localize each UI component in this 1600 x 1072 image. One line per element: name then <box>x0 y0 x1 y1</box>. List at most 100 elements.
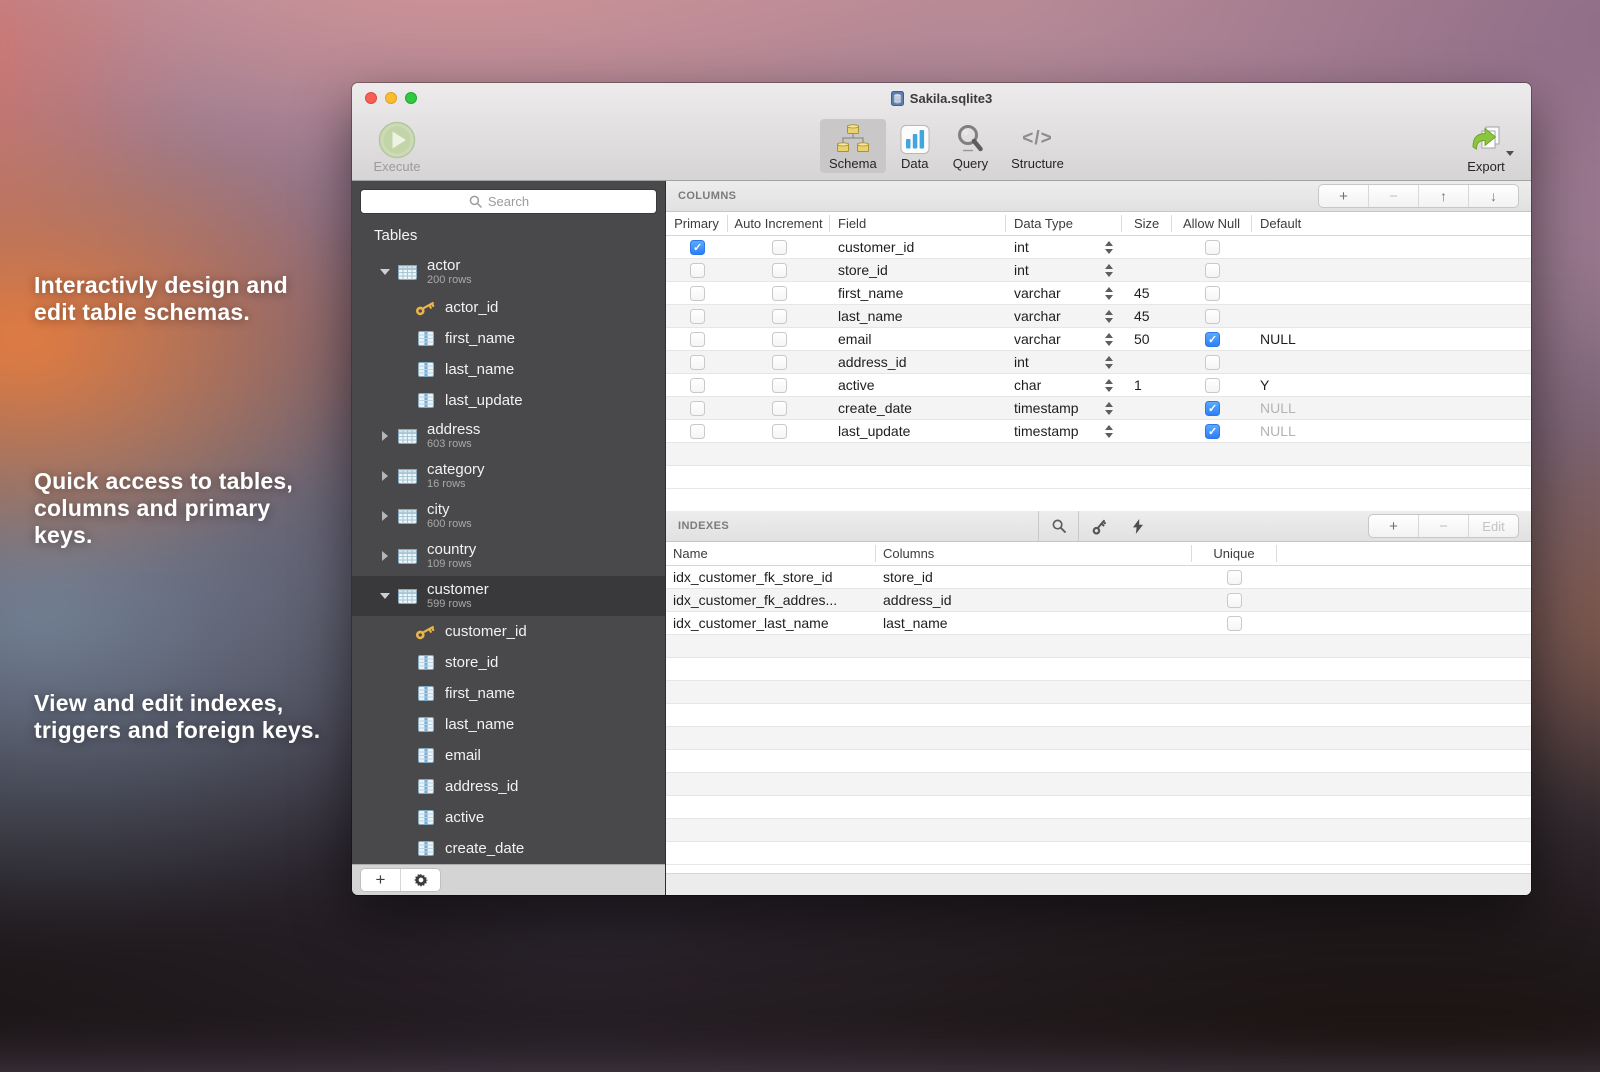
header-index-columns[interactable]: Columns <box>876 545 1192 562</box>
allow-null-checkbox[interactable] <box>1205 286 1220 301</box>
tab-structure[interactable]: </> Structure <box>1002 119 1073 173</box>
titlebar[interactable]: Sakila.sqlite3 <box>352 83 1531 113</box>
move-column-up-button[interactable]: ↑ <box>1419 185 1469 207</box>
sidebar-column-last-update[interactable]: last_update <box>352 385 665 416</box>
data-type-stepper[interactable] <box>1105 402 1113 415</box>
allow-null-checkbox[interactable] <box>1205 240 1220 255</box>
allow-null-checkbox[interactable] <box>1205 332 1220 347</box>
remove-index-button[interactable]: − <box>1419 515 1469 537</box>
primary-checkbox[interactable] <box>690 401 705 416</box>
data-type-stepper[interactable] <box>1105 287 1113 300</box>
auto-increment-checkbox[interactable] <box>772 286 787 301</box>
tab-schema[interactable]: Schema <box>820 119 886 173</box>
allow-null-checkbox[interactable] <box>1205 401 1220 416</box>
auto-increment-checkbox[interactable] <box>772 378 787 393</box>
data-type-stepper[interactable] <box>1105 241 1113 254</box>
index-row-fk-store-id[interactable]: idx_customer_fk_store_id store_id <box>666 566 1531 589</box>
index-row-fk-address-id[interactable]: idx_customer_fk_addres... address_id <box>666 589 1531 612</box>
header-auto-increment[interactable]: Auto Increment <box>728 215 830 232</box>
disclosure-triangle-icon[interactable] <box>379 269 391 275</box>
header-index-unique[interactable]: Unique <box>1192 545 1277 562</box>
sidebar-column-actor-id[interactable]: actor_id <box>352 292 665 323</box>
tab-data[interactable]: Data <box>891 119 939 173</box>
header-data-type[interactable]: Data Type <box>1006 215 1122 232</box>
header-size[interactable]: Size <box>1122 215 1172 232</box>
header-allow-null[interactable]: Allow Null <box>1172 215 1252 232</box>
data-type-stepper[interactable] <box>1105 310 1113 323</box>
column-row-active[interactable]: active char 1 Y <box>666 374 1531 397</box>
minimize-button[interactable] <box>385 92 397 104</box>
disclosure-triangle-icon[interactable] <box>379 551 391 561</box>
auto-increment-checkbox[interactable] <box>772 355 787 370</box>
move-column-down-button[interactable]: ↓ <box>1469 185 1518 207</box>
sidebar-column-email[interactable]: email <box>352 740 665 771</box>
header-index-name[interactable]: Name <box>666 545 876 562</box>
sidebar-table-actor[interactable]: actor 200 rows <box>352 252 665 292</box>
sidebar-table-category[interactable]: category 16 rows <box>352 456 665 496</box>
edit-index-button[interactable]: Edit <box>1469 515 1518 537</box>
sidebar-column-last-name[interactable]: last_name <box>352 354 665 385</box>
trigger-tab[interactable] <box>1118 511 1157 541</box>
data-type-stepper[interactable] <box>1105 333 1113 346</box>
allow-null-checkbox[interactable] <box>1205 309 1220 324</box>
sidebar-column-active[interactable]: active <box>352 802 665 833</box>
header-field[interactable]: Field <box>830 215 1006 232</box>
allow-null-checkbox[interactable] <box>1205 424 1220 439</box>
column-row-last-update[interactable]: last_update timestamp NULL <box>666 420 1531 443</box>
header-default[interactable]: Default <box>1252 215 1531 232</box>
primary-checkbox[interactable] <box>690 240 705 255</box>
unique-checkbox[interactable] <box>1227 570 1242 585</box>
column-row-email[interactable]: email varchar 50 NULL <box>666 328 1531 351</box>
auto-increment-checkbox[interactable] <box>772 332 787 347</box>
primary-checkbox[interactable] <box>690 263 705 278</box>
export-button[interactable]: Export <box>1453 120 1519 174</box>
add-index-button[interactable]: + <box>1369 515 1419 537</box>
zoom-button[interactable] <box>405 92 417 104</box>
column-row-create-date[interactable]: create_date timestamp NULL <box>666 397 1531 420</box>
primary-checkbox[interactable] <box>690 355 705 370</box>
auto-increment-checkbox[interactable] <box>772 263 787 278</box>
data-type-stepper[interactable] <box>1105 379 1113 392</box>
auto-increment-checkbox[interactable] <box>772 240 787 255</box>
data-type-stepper[interactable] <box>1105 425 1113 438</box>
sidebar-table-country[interactable]: country 109 rows <box>352 536 665 576</box>
sidebar-column-create-date[interactable]: create_date <box>352 833 665 864</box>
allow-null-checkbox[interactable] <box>1205 378 1220 393</box>
header-primary[interactable]: Primary <box>666 215 728 232</box>
sidebar-column-address-id[interactable]: address_id <box>352 771 665 802</box>
allow-null-checkbox[interactable] <box>1205 355 1220 370</box>
sidebar-table-city[interactable]: city 600 rows <box>352 496 665 536</box>
sidebar-table-address[interactable]: address 603 rows <box>352 416 665 456</box>
add-column-button[interactable]: + <box>1319 185 1369 207</box>
auto-increment-checkbox[interactable] <box>772 424 787 439</box>
column-row-store-id[interactable]: store_id int <box>666 259 1531 282</box>
index-search-tab[interactable] <box>1038 511 1079 541</box>
primary-checkbox[interactable] <box>690 424 705 439</box>
gear-button[interactable] <box>401 869 440 891</box>
primary-checkbox[interactable] <box>690 309 705 324</box>
sidebar-column-first-name-2[interactable]: first_name <box>352 678 665 709</box>
foreign-key-tab[interactable] <box>1079 511 1118 541</box>
add-table-button[interactable]: + <box>361 869 401 891</box>
disclosure-triangle-icon[interactable] <box>379 471 391 481</box>
disclosure-triangle-icon[interactable] <box>379 431 391 441</box>
column-row-address-id[interactable]: address_id int <box>666 351 1531 374</box>
primary-checkbox[interactable] <box>690 378 705 393</box>
unique-checkbox[interactable] <box>1227 616 1242 631</box>
sidebar-column-customer-id[interactable]: customer_id <box>352 616 665 647</box>
data-type-stepper[interactable] <box>1105 356 1113 369</box>
primary-checkbox[interactable] <box>690 332 705 347</box>
disclosure-triangle-icon[interactable] <box>379 511 391 521</box>
column-row-first-name[interactable]: first_name varchar 45 <box>666 282 1531 305</box>
sidebar-column-store-id[interactable]: store_id <box>352 647 665 678</box>
sidebar-column-first-name[interactable]: first_name <box>352 323 665 354</box>
tab-query[interactable]: Query <box>944 119 997 173</box>
index-row-last-name[interactable]: idx_customer_last_name last_name <box>666 612 1531 635</box>
auto-increment-checkbox[interactable] <box>772 309 787 324</box>
column-row-customer-id[interactable]: customer_id int <box>666 236 1531 259</box>
primary-checkbox[interactable] <box>690 286 705 301</box>
unique-checkbox[interactable] <box>1227 593 1242 608</box>
remove-column-button[interactable]: − <box>1369 185 1419 207</box>
search-input[interactable] <box>360 189 657 214</box>
data-type-stepper[interactable] <box>1105 264 1113 277</box>
